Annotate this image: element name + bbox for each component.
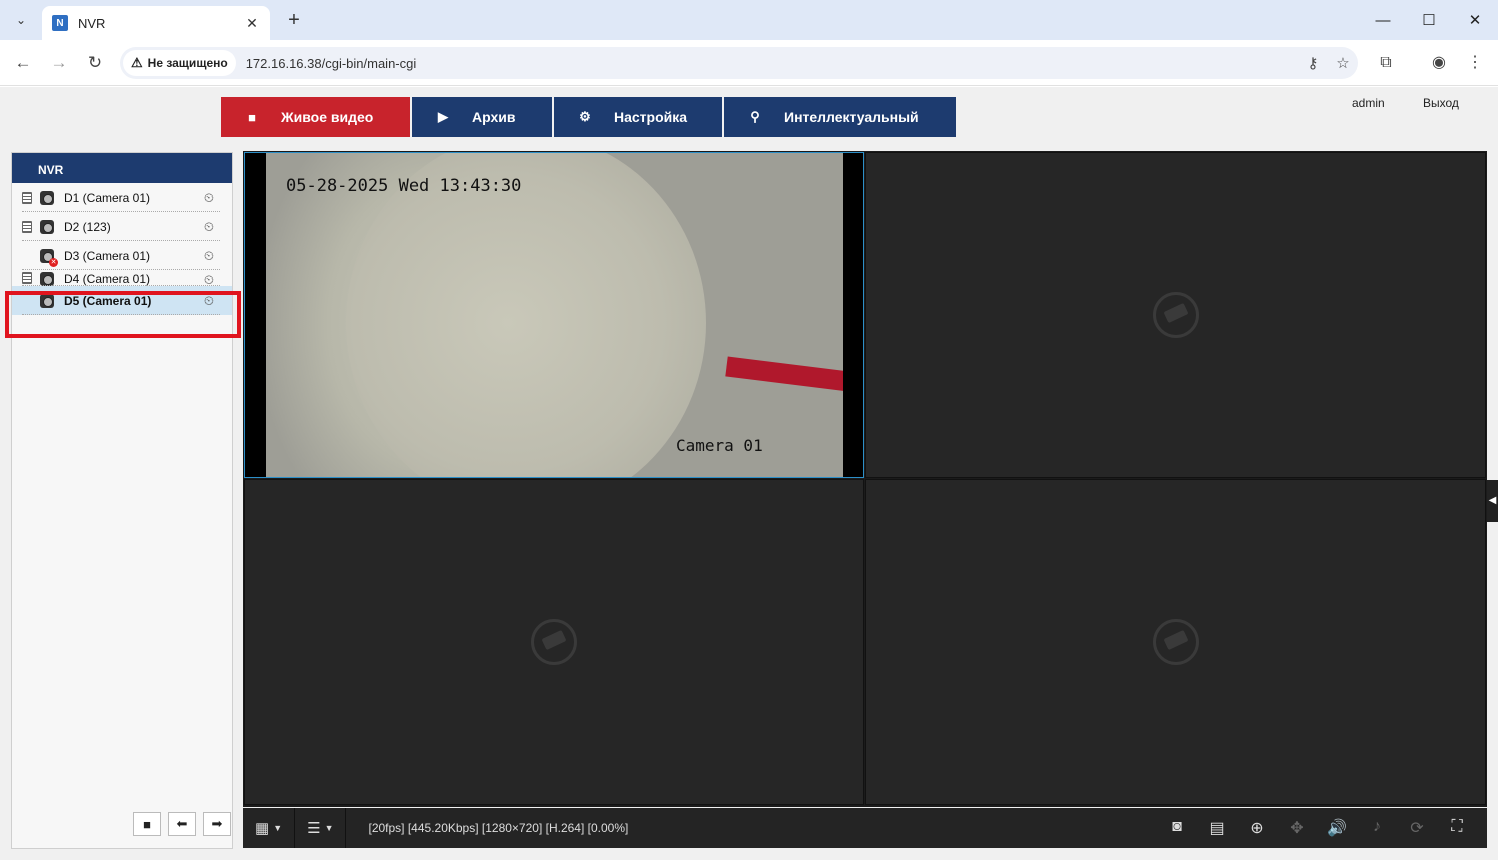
logout-link[interactable]: Выход bbox=[1423, 96, 1459, 110]
stop-all-icon[interactable]: ■ bbox=[133, 812, 161, 836]
3d-zoom-icon[interactable]: ⟳ bbox=[1397, 818, 1437, 838]
password-key-icon[interactable]: ⚷ bbox=[1298, 54, 1328, 72]
start-live-icon[interactable]: ⏲ bbox=[198, 248, 220, 264]
camera-icon bbox=[40, 190, 54, 205]
previous-page-arrow-icon[interactable]: ⬅ bbox=[168, 812, 196, 836]
start-live-icon[interactable]: ⏲ bbox=[198, 219, 220, 235]
forward-arrow-icon[interactable]: → bbox=[47, 51, 71, 75]
username[interactable]: admin bbox=[1352, 96, 1385, 110]
security-indicator[interactable]: ⚠ Не защищено bbox=[123, 50, 236, 76]
camera-label: D4 (Camera 01) bbox=[64, 272, 151, 286]
address-bar[interactable]: ⚠ Не защищено 172.16.16.38/cgi-bin/main-… bbox=[120, 47, 1358, 79]
start-live-icon[interactable]: ⏲ bbox=[198, 272, 220, 286]
stream-status: [20fps] [445.20Kbps] [1280×720] [H.264] … bbox=[368, 821, 629, 835]
live-video-feed bbox=[266, 153, 843, 477]
nav-archive[interactable]: ▶ Архив bbox=[412, 97, 552, 137]
camera-placeholder-icon bbox=[1152, 292, 1199, 338]
snapshot-camera-icon[interactable]: ◙ bbox=[1157, 818, 1197, 838]
video-grid: 05-28-2025 Wed 13:43:30 Camera 01 bbox=[243, 151, 1487, 807]
sidebar-footer: ■ ⬅ ➡ bbox=[126, 812, 231, 836]
camera-item-d4[interactable]: D4 (Camera 01) ⏲ bbox=[12, 270, 232, 286]
next-page-arrow-icon[interactable]: ➡ bbox=[203, 812, 231, 836]
close-window-icon[interactable]: ✕ bbox=[1452, 0, 1498, 40]
reload-icon[interactable]: ↻ bbox=[83, 51, 107, 75]
fullscreen-icon[interactable]: ⛶ bbox=[1437, 818, 1477, 838]
main-navigation: ■ Живое видео ▶ Архив ⚙ Настройка ⚲ Инте… bbox=[221, 97, 958, 137]
stream-icon: ☰ bbox=[307, 820, 321, 837]
nav-intelligent[interactable]: ⚲ Интеллектуальный bbox=[724, 97, 956, 137]
grid-icon: ▦ bbox=[255, 820, 270, 837]
tab-search-chevron-down-icon[interactable]: ⌄ bbox=[8, 8, 34, 32]
error-icon: ✕ bbox=[49, 257, 58, 267]
layout-grid-button[interactable]: ▦ ▼ bbox=[243, 808, 296, 848]
microphone-icon[interactable]: ♪ bbox=[1357, 818, 1397, 838]
video-window-4[interactable] bbox=[865, 479, 1486, 805]
camera-sidebar: NVR D1 (Camera 01) ⏲ D2 (123) ⏲ ✕ D3 (Ca… bbox=[11, 152, 233, 849]
security-label: Не защищено bbox=[147, 56, 228, 70]
gear-icon: ⚙ bbox=[579, 109, 591, 124]
tab-close-icon[interactable]: ✕ bbox=[244, 15, 260, 32]
nvr-app: ■ Живое видео ▶ Архив ⚙ Настройка ⚲ Инте… bbox=[0, 87, 1498, 860]
camera-item-d3[interactable]: ✕ D3 (Camera 01) ⏲ bbox=[12, 241, 232, 270]
caret-down-icon: ▼ bbox=[273, 823, 283, 833]
highlight-annotation bbox=[5, 291, 241, 338]
nav-intelligent-label: Интеллектуальный bbox=[784, 109, 919, 125]
video-window-2[interactable] bbox=[865, 152, 1486, 478]
camera-icon bbox=[40, 272, 54, 286]
camera-label: D2 (123) bbox=[64, 219, 111, 234]
video-actions: ◙ ▤ ⊕ ✥ 🔊 ♪ ⟳ ⛶ bbox=[1157, 818, 1477, 838]
camera-placeholder-icon bbox=[1152, 619, 1199, 665]
osd-camera-name: Camera 01 bbox=[676, 436, 763, 455]
window-controls: — ☐ ✕ bbox=[1360, 0, 1498, 40]
bookmark-star-icon[interactable]: ☆ bbox=[1328, 54, 1358, 72]
browser-toolbar: ← → ↻ ⚠ Не защищено 172.16.16.38/cgi-bin… bbox=[0, 40, 1498, 86]
caret-down-icon: ▼ bbox=[324, 823, 334, 833]
new-tab-plus-icon[interactable]: + bbox=[282, 8, 306, 32]
camera-label: D1 (Camera 01) bbox=[64, 190, 151, 205]
record-clapper-icon[interactable]: ▤ bbox=[1197, 818, 1237, 838]
audio-speaker-icon[interactable]: 🔊 bbox=[1317, 818, 1357, 838]
nav-settings-label: Настройка bbox=[614, 109, 688, 125]
playback-icon: ▶ bbox=[438, 109, 448, 124]
camera-placeholder-icon bbox=[531, 619, 577, 665]
minimize-icon[interactable]: — bbox=[1360, 0, 1406, 40]
nav-live-view-label: Живое видео bbox=[281, 109, 374, 125]
video-window-3[interactable] bbox=[244, 479, 864, 805]
warning-triangle-icon: ⚠ bbox=[131, 55, 143, 70]
tab-title: NVR bbox=[78, 15, 106, 31]
osd-timestamp: 05-28-2025 Wed 13:43:30 bbox=[286, 176, 522, 196]
ptz-icon[interactable]: ✥ bbox=[1277, 818, 1317, 838]
menu-kebab-icon[interactable]: ⋮ bbox=[1463, 51, 1487, 75]
collapse-panel-chevron-left-icon[interactable]: ◀ bbox=[1487, 480, 1498, 522]
sidebar-title: NVR bbox=[12, 153, 232, 183]
camera-icon bbox=[40, 219, 54, 234]
profile-icon[interactable]: ◉ bbox=[1427, 51, 1451, 75]
recording-icon bbox=[22, 191, 32, 204]
video-toolbar: ▦ ▼ ☰ ▼ [20fps] [445.20Kbps] [1280×720] [H… bbox=[243, 808, 1487, 848]
nav-settings[interactable]: ⚙ Настройка bbox=[554, 97, 722, 137]
nav-archive-label: Архив bbox=[472, 109, 516, 125]
start-live-icon[interactable]: ⏲ bbox=[198, 190, 220, 206]
browser-tab-strip: ⌄ N NVR ✕ + — ☐ ✕ bbox=[0, 0, 1498, 40]
camera-label: D3 (Camera 01) bbox=[64, 248, 151, 263]
video-icon: ■ bbox=[248, 109, 256, 125]
maximize-icon[interactable]: ☐ bbox=[1406, 0, 1452, 40]
camera-item-d1[interactable]: D1 (Camera 01) ⏲ bbox=[12, 183, 232, 212]
recording-icon bbox=[22, 220, 32, 233]
recording-icon bbox=[22, 272, 32, 284]
digital-zoom-icon[interactable]: ⊕ bbox=[1237, 818, 1277, 838]
extensions-puzzle-icon[interactable]: ⧉ bbox=[1374, 51, 1398, 75]
url-text[interactable]: 172.16.16.38/cgi-bin/main-cgi bbox=[246, 56, 1298, 71]
nvr-favicon-icon: N bbox=[52, 15, 68, 31]
nav-live-view[interactable]: ■ Живое видео bbox=[221, 97, 410, 137]
browser-tab[interactable]: N NVR ✕ bbox=[42, 6, 270, 40]
stream-type-button[interactable]: ☰ ▼ bbox=[295, 808, 347, 848]
camera-item-d2[interactable]: D2 (123) ⏲ bbox=[12, 212, 232, 241]
back-arrow-icon[interactable]: ← bbox=[11, 51, 35, 75]
video-window-1[interactable]: 05-28-2025 Wed 13:43:30 Camera 01 bbox=[244, 152, 864, 478]
search-icon: ⚲ bbox=[750, 109, 760, 124]
camera-offline-icon: ✕ bbox=[40, 248, 58, 267]
